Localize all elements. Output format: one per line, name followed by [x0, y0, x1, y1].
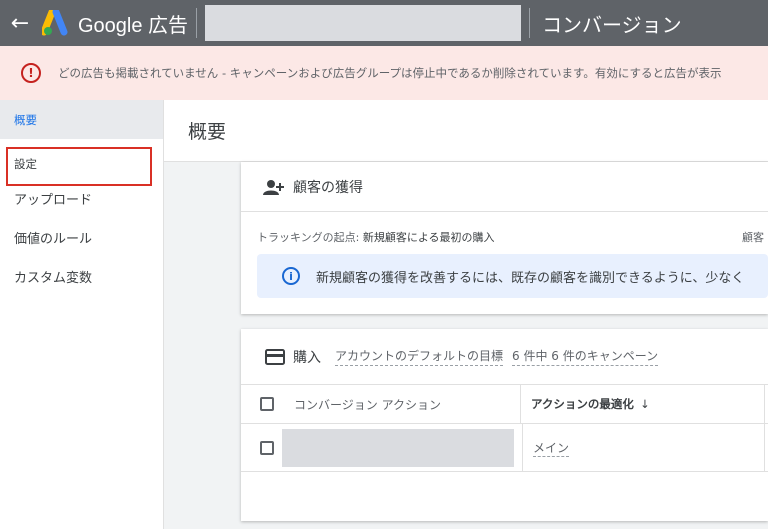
card-header: 顧客の獲得: [241, 162, 768, 212]
sidebar-item-label: カスタム変数: [14, 271, 93, 286]
person-add-icon: [263, 179, 284, 195]
sidebar-item-label: アップロード: [14, 193, 93, 208]
table-header: コンバージョン アクション アクションの最適化 ↓: [241, 384, 768, 424]
customer-acquisition-card: 顧客の獲得 トラッキングの起点: 新規顧客による最初の購入 顧客 i 新規顧客の…: [241, 162, 768, 314]
conversion-action-name-redacted[interactable]: [282, 428, 514, 467]
alert-text: どの広告も掲載されていません - キャンペーンおよび広告グループは停止中であるか…: [58, 66, 722, 80]
column-header-optimization[interactable]: アクションの最適化 ↓: [531, 396, 650, 412]
default-goal-link[interactable]: アカウントのデフォルトの目標: [335, 347, 504, 366]
column-divider: [522, 424, 523, 471]
optimization-value[interactable]: メイン: [533, 439, 570, 457]
sidebar-item-label: 概要: [14, 112, 37, 127]
tracking-value: 新規顧客による最初の購入: [362, 231, 495, 244]
sidebar-item-label: 価値のルール: [14, 232, 93, 247]
table-row: メイン: [241, 424, 768, 472]
account-selector-redacted[interactable]: [205, 5, 522, 41]
alert-banner: ! どの広告も掲載されていません - キャンペーンおよび広告グループは停止中であ…: [0, 46, 768, 100]
header-divider: [529, 8, 531, 38]
column-divider: [764, 424, 765, 471]
google-ads-logo: [42, 10, 72, 36]
brand-name: Google 広告: [78, 14, 189, 37]
card-title: 顧客の獲得: [293, 179, 363, 196]
sort-arrow-icon: ↓: [639, 397, 650, 411]
row-checkbox[interactable]: [260, 440, 274, 455]
sidebar-item-custom-variables[interactable]: カスタム変数: [0, 257, 163, 296]
info-text: 新規顧客の獲得を改善するには、既存の顧客を識別できるように、少なく: [316, 270, 745, 286]
card-header: 購入 アカウントのデフォルトの目標 6 件中 6 件のキャンペーン: [241, 329, 768, 384]
sidebar-item-overview[interactable]: 概要: [0, 100, 163, 139]
column-header-conversion-action[interactable]: コンバージョン アクション: [294, 396, 520, 413]
select-all-checkbox[interactable]: [260, 397, 274, 411]
arrow-left-icon[interactable]: ←: [0, 0, 40, 46]
card-title: 購入: [293, 349, 321, 366]
sidebar: 概要 設定 アップロード 価値のルール カスタム変数: [0, 100, 164, 529]
page-title: 概要: [188, 121, 227, 143]
sidebar-item-value-rules[interactable]: 価値のルール: [0, 218, 163, 257]
tracking-info: トラッキングの起点: 新規顧客による最初の購入: [257, 229, 495, 245]
tracking-right-label: 顧客: [742, 231, 764, 244]
page-title-bar: 概要: [164, 100, 768, 162]
page-name: コンバージョン: [542, 12, 682, 37]
card-icon: [265, 348, 285, 365]
sidebar-item-label: 設定: [14, 157, 37, 171]
purchase-card: 購入 アカウントのデフォルトの目標 6 件中 6 件のキャンペーン コンバージョ…: [241, 329, 768, 521]
info-box: i 新規顧客の獲得を改善するには、既存の顧客を識別できるように、少なく: [257, 254, 768, 298]
column-header-label: アクションの最適化: [531, 397, 634, 411]
info-icon: i: [282, 267, 300, 285]
sidebar-item-settings[interactable]: 設定: [0, 139, 163, 186]
column-divider: [520, 385, 521, 423]
column-divider: [764, 385, 765, 423]
campaign-count-link[interactable]: 6 件中 6 件のキャンペーン: [512, 347, 659, 366]
header-divider: [196, 8, 198, 38]
tracking-label: トラッキングの起点:: [257, 231, 363, 244]
error-circle-icon: !: [21, 63, 41, 83]
top-bar: ← Google 広告 コンバージョン: [0, 0, 768, 46]
